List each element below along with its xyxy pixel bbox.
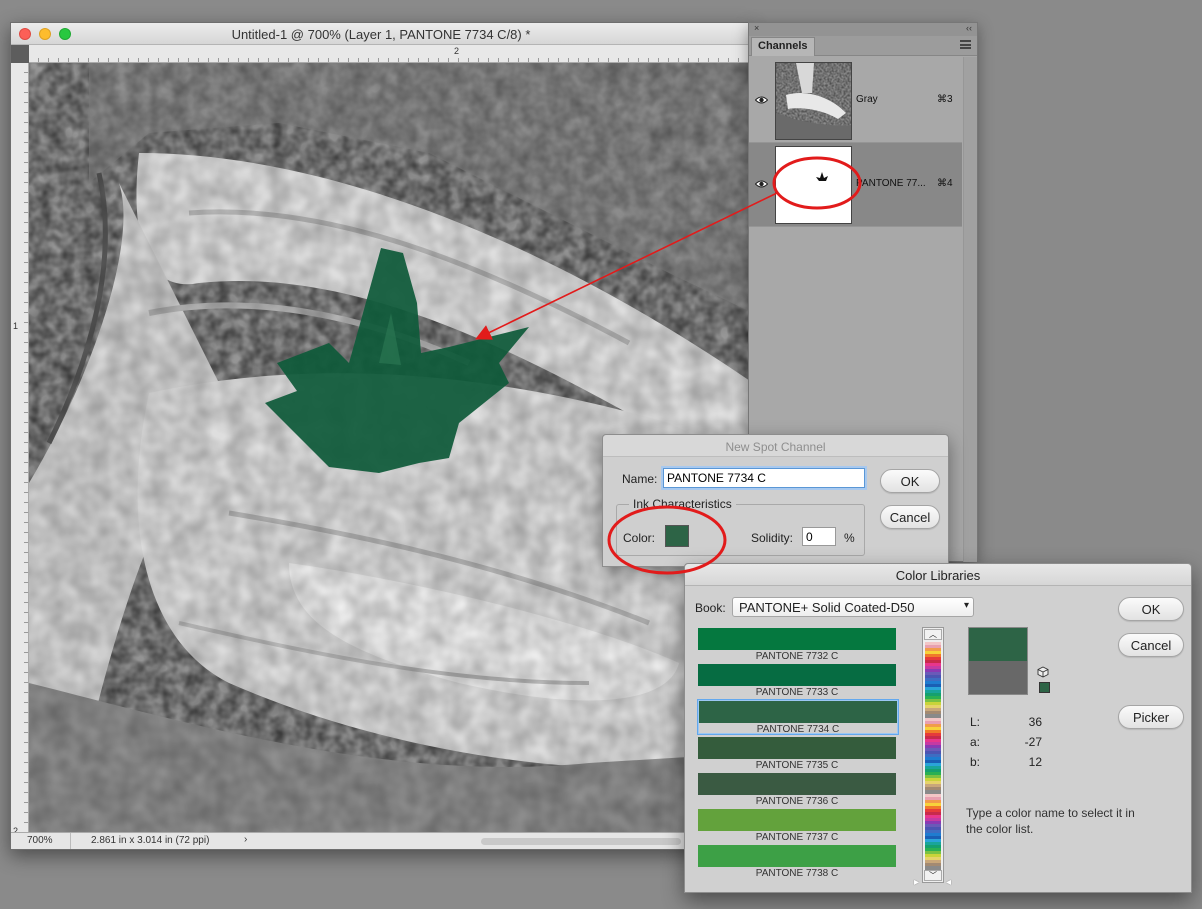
swatch-color bbox=[699, 701, 897, 723]
dialog-title: New Spot Channel bbox=[603, 435, 948, 457]
lab-label: L: bbox=[970, 715, 981, 729]
color-slider[interactable]: ︿ ﹀ ▸ ◂ bbox=[914, 627, 951, 888]
book-dropdown-value: PANTONE+ Solid Coated-D50 bbox=[739, 600, 915, 615]
ok-button[interactable]: OK bbox=[880, 469, 940, 493]
status-bar: 700% 2.861 in x 3.014 in (72 ppi) › bbox=[11, 832, 751, 849]
slider-up-arrow-icon[interactable]: ︿ bbox=[924, 629, 942, 640]
websafe-cube-icon[interactable] bbox=[1037, 666, 1049, 678]
swatch-item[interactable]: PANTONE 7735 C bbox=[697, 736, 899, 772]
swatch-color bbox=[698, 664, 896, 686]
color-label: Color: bbox=[623, 531, 656, 545]
horizontal-ruler[interactable]: 2 bbox=[29, 45, 751, 63]
channel-thumbnail-gray bbox=[775, 62, 852, 140]
ink-color-swatch[interactable] bbox=[665, 525, 689, 547]
name-label: Name: bbox=[622, 472, 658, 486]
dialog-title: Color Libraries bbox=[685, 564, 1191, 586]
new-color-preview bbox=[968, 627, 1028, 661]
new-spot-channel-dialog: New Spot Channel Name: Ink Characteristi… bbox=[602, 434, 949, 567]
ruler-label: 2 bbox=[454, 46, 460, 56]
percent-label: % bbox=[844, 531, 855, 545]
book-label: Book: bbox=[695, 601, 726, 615]
lab-value: -27 bbox=[1024, 735, 1042, 749]
visibility-eye-icon[interactable] bbox=[755, 95, 768, 105]
status-menu-arrow[interactable]: › bbox=[244, 834, 247, 845]
swatch-color bbox=[698, 845, 896, 867]
panel-menu-icon[interactable] bbox=[960, 40, 971, 49]
document-titlebar: Untitled-1 @ 700% (Layer 1, PANTONE 7734… bbox=[11, 23, 751, 45]
visibility-eye-icon[interactable] bbox=[755, 179, 768, 189]
cancel-button[interactable]: Cancel bbox=[880, 505, 940, 529]
channel-row-gray[interactable]: Gray ⌘3 bbox=[749, 59, 962, 143]
swatch-item[interactable]: PANTONE 7738 C bbox=[697, 844, 899, 880]
channel-shortcut: ⌘4 bbox=[937, 178, 953, 189]
chevron-down-icon: ▾ bbox=[963, 600, 969, 611]
channel-shortcut: ⌘3 bbox=[937, 94, 953, 105]
channel-name: Gray bbox=[856, 94, 878, 105]
swatch-label: PANTONE 7734 C bbox=[756, 724, 840, 735]
ruler-label: 1 bbox=[13, 321, 19, 331]
panel-tabbar: Channels bbox=[749, 36, 977, 56]
lab-l-row: L: 36 bbox=[970, 715, 1042, 729]
color-libraries-dialog: Color Libraries Book: PANTONE+ Solid Coa… bbox=[684, 563, 1192, 893]
document-info: 2.861 in x 3.014 in (72 ppi) bbox=[91, 835, 210, 846]
lab-value: 12 bbox=[1028, 755, 1042, 769]
panel-header: × ‹‹ bbox=[749, 23, 977, 36]
channel-name: PANTONE 77... bbox=[856, 178, 926, 189]
swatch-label: PANTONE 7735 C bbox=[755, 760, 839, 771]
slider-marker-left-icon[interactable]: ▸ bbox=[914, 877, 919, 888]
picker-button[interactable]: Picker bbox=[1118, 705, 1184, 729]
swatch-item[interactable]: PANTONE 7732 C bbox=[697, 627, 899, 663]
solidity-label: Solidity: bbox=[751, 531, 794, 545]
hint-text: Type a color name to select it in the co… bbox=[966, 806, 1135, 836]
swatch-list[interactable]: PANTONE 7732 C PANTONE 7733 C PANTONE 77… bbox=[697, 627, 899, 885]
ink-characteristics-label: Ink Characteristics bbox=[629, 497, 736, 511]
original-color-preview bbox=[968, 661, 1028, 695]
channel-row-pantone[interactable]: PANTONE 77... ⌘4 bbox=[749, 143, 962, 227]
swatch-label: PANTONE 7732 C bbox=[755, 651, 839, 662]
channels-scrollbar[interactable] bbox=[963, 57, 977, 562]
book-dropdown[interactable]: PANTONE+ Solid Coated-D50 ▾ bbox=[732, 597, 974, 617]
horizontal-scrollbar[interactable] bbox=[481, 838, 681, 845]
channel-thumbnail-pantone bbox=[775, 146, 852, 224]
tab-channels[interactable]: Channels bbox=[751, 37, 815, 56]
lab-b-row: b: 12 bbox=[970, 755, 1042, 769]
swatch-item[interactable]: PANTONE 7737 C bbox=[697, 808, 899, 844]
panel-collapse-icon[interactable]: ‹‹ bbox=[966, 23, 972, 33]
swatch-label: PANTONE 7737 C bbox=[755, 832, 839, 843]
swatch-label: PANTONE 7736 C bbox=[755, 796, 839, 807]
swatch-label: PANTONE 7733 C bbox=[755, 687, 839, 698]
swatch-color bbox=[698, 737, 896, 759]
lab-value: 36 bbox=[1028, 715, 1042, 729]
vertical-ruler[interactable]: 1 2 bbox=[11, 63, 29, 836]
solidity-input[interactable] bbox=[802, 527, 836, 546]
ok-button[interactable]: OK bbox=[1118, 597, 1184, 621]
swatch-label: PANTONE 7738 C bbox=[755, 868, 839, 879]
name-input[interactable] bbox=[663, 468, 865, 488]
slider-down-arrow-icon[interactable]: ﹀ bbox=[924, 870, 942, 881]
swatch-item[interactable]: PANTONE 7736 C bbox=[697, 772, 899, 808]
websafe-color-swatch[interactable] bbox=[1039, 682, 1050, 693]
swatch-item[interactable]: PANTONE 7733 C bbox=[697, 663, 899, 699]
document-title: Untitled-1 @ 700% (Layer 1, PANTONE 7734… bbox=[231, 27, 531, 42]
slider-marker-right-icon[interactable]: ◂ bbox=[946, 877, 951, 888]
lab-a-row: a: -27 bbox=[970, 735, 1042, 749]
swatch-color bbox=[698, 628, 896, 650]
panel-close-icon[interactable]: × bbox=[754, 23, 759, 33]
zoom-level-field[interactable]: 700% bbox=[11, 833, 71, 849]
color-strip[interactable] bbox=[925, 642, 941, 870]
lab-label: a: bbox=[970, 735, 981, 749]
swatch-color bbox=[698, 809, 896, 831]
swatch-color bbox=[698, 773, 896, 795]
lab-label: b: bbox=[970, 755, 981, 769]
swatch-item-selected[interactable]: PANTONE 7734 C bbox=[697, 699, 899, 735]
cancel-button[interactable]: Cancel bbox=[1118, 633, 1184, 657]
